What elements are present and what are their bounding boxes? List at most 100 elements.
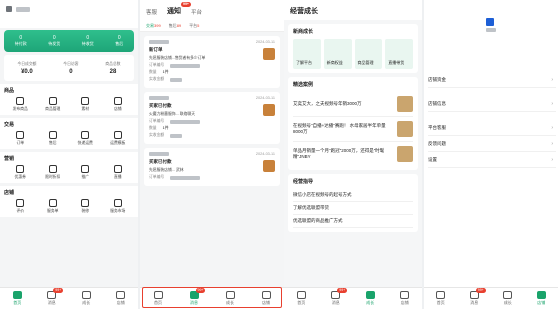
market-button[interactable]: 服务市场 (102, 199, 135, 214)
tab-store[interactable]: 店铺 (116, 291, 126, 306)
subtab-after-sale[interactable]: 售后89 (169, 23, 181, 29)
tab-messages[interactable]: 99+ 消息 (331, 288, 348, 306)
tab-service[interactable]: 客服 (146, 8, 157, 16)
service-button[interactable]: 服务单 (37, 199, 70, 214)
store-button[interactable]: 店铺 (102, 97, 135, 112)
location-icon (81, 131, 90, 139)
shop-header (0, 0, 138, 28)
status-pending-pay[interactable]: 0 待付款 (15, 35, 27, 47)
tile-live-selling[interactable]: 直播带货 (385, 39, 413, 69)
home-icon (12, 291, 22, 299)
status-after-sale[interactable]: 0 售后 (115, 35, 123, 47)
section-title: 店铺 (4, 190, 15, 196)
after-sale-button[interactable]: 售后 (37, 131, 70, 146)
bottom-tab-bar: 首页 99+ 消息 成长 店铺 (0, 287, 138, 309)
guide-item[interactable]: 优选联盟的商品推广方式 (293, 215, 413, 228)
section-title: 交易 (4, 122, 15, 128)
section-title: 营销 (4, 156, 15, 162)
store-logo[interactable] (486, 18, 496, 32)
menu-funds[interactable]: 店铺资金 › (428, 72, 556, 88)
case-item[interactable]: 在视频号"自播+达播"赛跑！ 水母家居半年单量8000万 (293, 117, 413, 142)
notice-badge: 99+ (181, 2, 191, 7)
subtab-trade[interactable]: 交易399 (146, 23, 161, 29)
freight-template-button[interactable]: 运费模板 (102, 131, 135, 146)
product-manage-button[interactable]: 商品管理 (37, 97, 70, 112)
pencil-icon (16, 97, 25, 105)
order-card[interactable]: 2024-03-11 买家已付款 先屈服装店铺... 武林 订单编号 (144, 148, 280, 186)
logo-icon (486, 18, 494, 26)
menu-settings[interactable]: 设置 › (428, 152, 556, 168)
case-thumbnail (397, 96, 413, 112)
order-date: 2024-03-11 (255, 152, 275, 156)
live-button[interactable]: 直播 (102, 165, 135, 180)
store-icon (116, 291, 126, 299)
tab-store[interactable]: 店铺 (536, 291, 546, 306)
tab-messages[interactable]: 99+ 消息 (469, 288, 486, 306)
product-thumbnail (263, 48, 275, 60)
order-title: 买家已付款 (149, 103, 172, 108)
order-text: 先屈服装店铺... 武林 (149, 168, 184, 172)
tab-growth[interactable]: 成长 (365, 291, 375, 306)
subtab-platform[interactable]: 平台5 (189, 23, 199, 29)
promote-button[interactable]: 推广 (69, 165, 102, 180)
tab-home[interactable]: 首页 (12, 291, 22, 306)
coupon-icon (16, 165, 25, 173)
delivery-button[interactable]: 快递运费 (69, 131, 102, 146)
discount-button[interactable]: 限时折扣 (37, 165, 70, 180)
guide-card: 经营指导 微信小店在视频号的起号方式 了解优选联盟带货 优选联盟的商品推广方式 (288, 174, 418, 232)
refund-icon (48, 131, 57, 139)
store-icon (536, 291, 546, 299)
stat-products[interactable]: 商品总数 28 (105, 62, 120, 75)
menu-store-info[interactable]: 店铺信息 › (428, 96, 556, 112)
tab-messages[interactable]: 99+ 消息 (47, 288, 64, 306)
order-card[interactable]: 2024-03-11 买家已付款 火魔力粉墨服饰... 联络聊天 订单编号 数量… (144, 92, 280, 144)
tile-product-manage[interactable]: 商品管理 (354, 39, 383, 69)
tab-growth[interactable]: 成长 (81, 291, 91, 306)
chevron-right-icon: › (551, 156, 553, 163)
case-item[interactable]: 单品月销量一个月"跑冠"2000万，还得是"时髦精"JNBY (293, 142, 413, 166)
grid-icon (113, 199, 122, 207)
tile-new-rights[interactable]: 新商权益 (323, 39, 352, 69)
publish-product-button[interactable]: 发布商品 (4, 97, 37, 112)
menu-support[interactable]: 平台客服 › (428, 120, 556, 136)
tab-notice[interactable]: 通知 99+ (167, 2, 191, 16)
status-pending-receive[interactable]: 0 待收货 (82, 35, 94, 47)
coupon-button[interactable]: 优惠券 (4, 165, 37, 180)
tab-home[interactable]: 首页 (436, 291, 446, 306)
cases-card: 精选案例 艾奕艾大，之夫视频号年销3000万 在视频号"自播+达播"赛跑！ 水母… (288, 77, 418, 170)
order-card[interactable]: 2024-03-11 新订单 先屈服装店铺...售货者有多少订单 订单编号 数量… (144, 36, 280, 88)
bottom-tab-bar: 首页 99+ 消息 成长 店铺 (284, 287, 422, 309)
book-icon (503, 291, 513, 299)
tab-store[interactable]: 店铺 (400, 291, 410, 306)
tab-growth[interactable]: 成长 (503, 291, 513, 306)
tab-home[interactable]: 首页 (296, 291, 306, 306)
section-store: 店铺 评价 服务单 装修 服务市场 (0, 186, 138, 217)
guide-item[interactable]: 微信小店在视频号的起号方式 (293, 189, 413, 202)
material-button[interactable]: 素材 (69, 97, 102, 112)
tile-learn-platform[interactable]: 了解平台 (293, 39, 321, 69)
orders-button[interactable]: 订单 (4, 131, 37, 146)
chevron-right-icon: › (551, 76, 553, 83)
section-products: 商品 发布商品 商品管理 素材 店铺 (0, 84, 138, 115)
tab-platform[interactable]: 平台 (191, 8, 202, 16)
notifications-panel: 客服 通知 99+ 平台 交易399 售后89 平台5 2024-03-11 新订… (140, 0, 284, 309)
page-title: 经营成长 (284, 0, 422, 20)
decorate-button[interactable]: 装修 (69, 199, 102, 214)
tag-icon (81, 97, 90, 105)
section-marketing: 营销 优惠券 限时折扣 推广 直播 (0, 152, 138, 183)
message-badge: 99+ (337, 288, 348, 293)
chevron-right-icon: › (551, 100, 553, 107)
shop-avatar[interactable] (6, 6, 12, 12)
status-pending-ship[interactable]: 0 待发货 (48, 35, 60, 47)
stat-sales[interactable]: 今日成交额 ¥0.0 (17, 62, 36, 75)
case-item[interactable]: 艾奕艾大，之夫视频号年销3000万 (293, 92, 413, 117)
brush-icon (81, 199, 90, 207)
redacted (149, 96, 169, 100)
reviews-button[interactable]: 评价 (4, 199, 37, 214)
guide-item[interactable]: 了解优选联盟带货 (293, 202, 413, 215)
notice-subtabs: 交易399 售后89 平台5 (140, 20, 284, 32)
list-icon (16, 131, 25, 139)
menu-feedback[interactable]: 反馈问题 › (428, 136, 556, 152)
order-text: 先屈服装店铺...售货者有多少订单 (149, 56, 206, 60)
stat-visitors[interactable]: 今日访客 0 (63, 62, 78, 75)
